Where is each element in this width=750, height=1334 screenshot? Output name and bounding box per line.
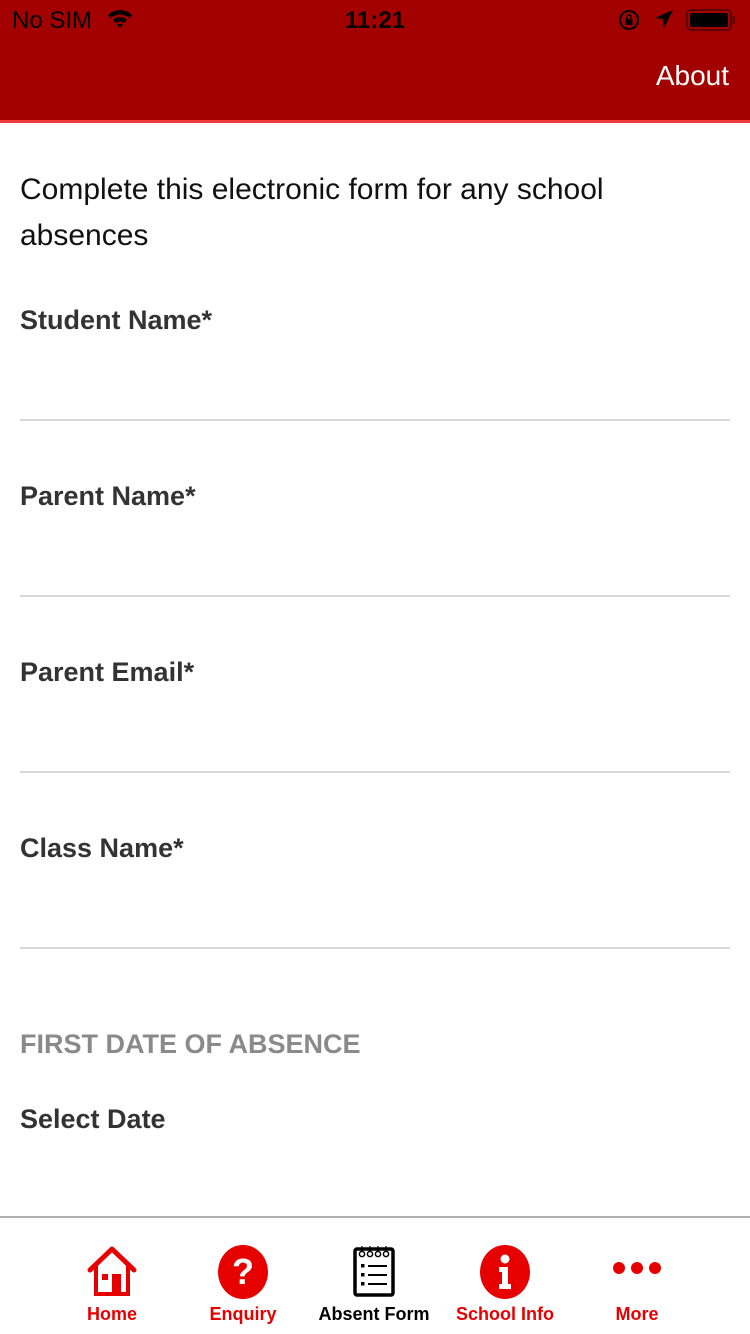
tab-label: School Info	[456, 1304, 554, 1324]
parent-name-input[interactable]	[20, 527, 730, 587]
tab-absent-form[interactable]: Absent Form	[309, 1218, 439, 1334]
rotation-lock-icon	[619, 10, 639, 30]
field-divider	[20, 419, 730, 421]
nav-header: No SIM 11:21 About	[0, 0, 750, 120]
tab-school-info[interactable]: School Info	[440, 1218, 570, 1334]
battery-icon	[686, 9, 735, 31]
first-date-section-header: FIRST DATE OF ABSENCE	[20, 1029, 361, 1059]
student-name-input[interactable]	[20, 351, 730, 411]
tab-home[interactable]: Home	[47, 1218, 177, 1334]
about-button[interactable]: About	[656, 60, 729, 92]
parent-email-label: Parent Email*	[20, 657, 195, 687]
location-arrow-icon	[655, 10, 673, 28]
more-dots-icon	[613, 1262, 661, 1274]
class-name-input[interactable]	[20, 879, 730, 939]
tab-label: Home	[86, 1304, 137, 1324]
absence-form: Complete this electronic form for any sc…	[0, 123, 750, 1216]
field-divider	[20, 595, 730, 597]
parent-email-field: Parent Email*	[20, 657, 730, 833]
student-name-field: Student Name*	[20, 305, 730, 481]
class-name-field: Class Name*	[20, 833, 730, 1009]
tab-label: Absent Form	[318, 1304, 430, 1324]
class-name-label: Class Name*	[20, 833, 184, 863]
form-intro: Complete this electronic form for any sc…	[20, 173, 604, 252]
home-icon	[87, 1246, 137, 1296]
parent-name-label: Parent Name*	[20, 481, 196, 511]
notepad-icon	[353, 1246, 395, 1297]
student-name-label: Student Name*	[20, 305, 213, 335]
select-date-button[interactable]: Select Date	[20, 1104, 166, 1135]
tab-enquiry[interactable]: ? Enquiry	[178, 1218, 308, 1334]
parent-name-field: Parent Name*	[20, 481, 730, 657]
tab-more[interactable]: More	[572, 1218, 702, 1334]
parent-email-input[interactable]	[20, 703, 730, 763]
svg-text:?: ?	[232, 1251, 254, 1292]
field-divider	[20, 947, 730, 949]
tab-bar: Home ? Enquiry Absent Form School Info M…	[0, 1216, 750, 1334]
question-icon: ?	[218, 1245, 268, 1299]
info-icon	[480, 1245, 530, 1299]
field-divider	[20, 771, 730, 773]
status-bar: No SIM 11:21	[0, 0, 750, 40]
tab-label: More	[615, 1304, 659, 1324]
tab-label: Enquiry	[209, 1304, 277, 1324]
